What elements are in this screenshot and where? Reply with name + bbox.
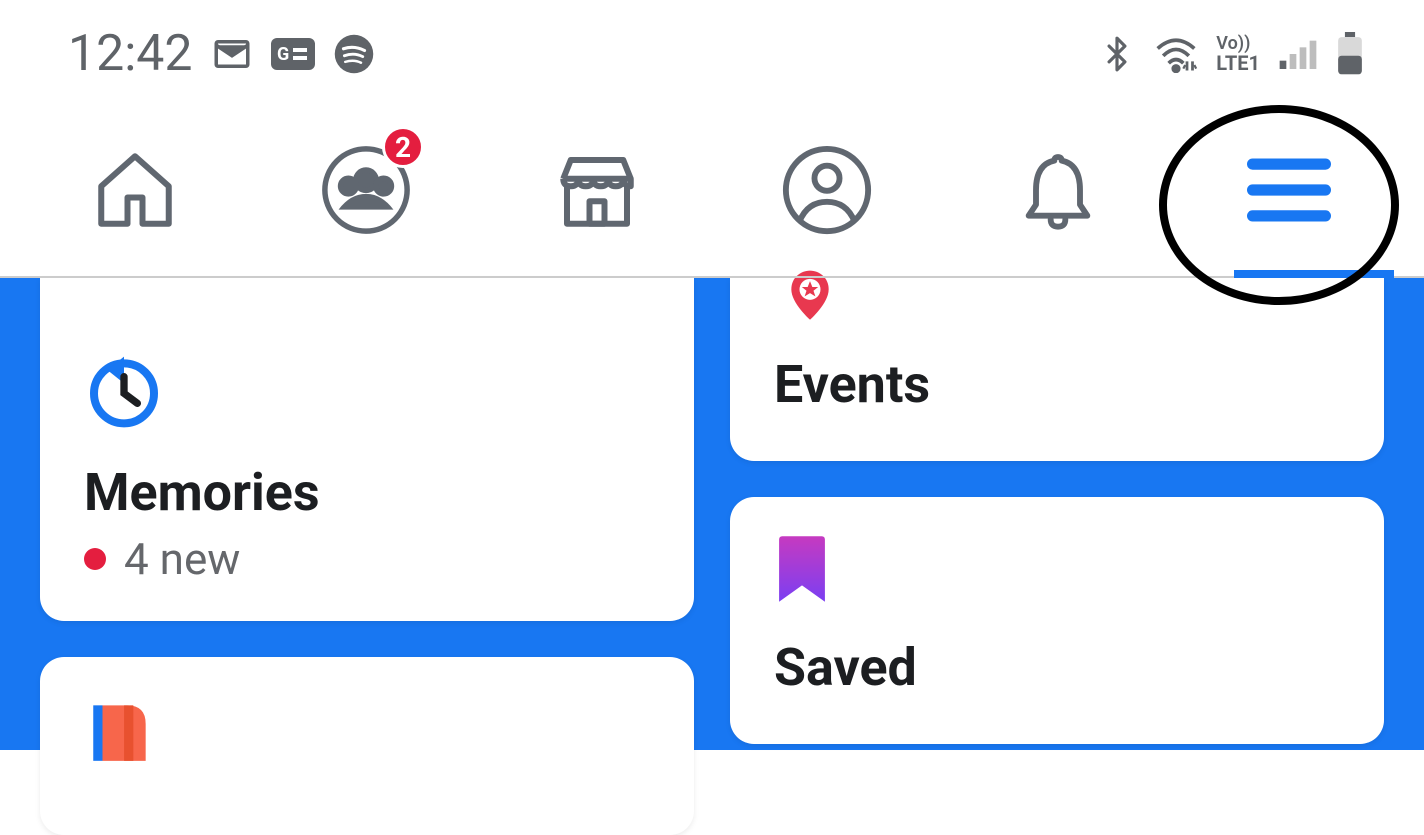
status-right: Vo)) LTE1 <box>1098 32 1364 76</box>
nav-marketplace[interactable] <box>537 132 657 252</box>
card-saved[interactable]: Saved <box>730 497 1384 744</box>
saved-icon <box>774 533 1340 609</box>
nav-profile[interactable] <box>767 132 887 252</box>
gmail-icon <box>211 33 253 75</box>
profile-icon <box>780 143 874 241</box>
left-column: Memories 4 new <box>40 278 694 750</box>
battery-icon <box>1336 32 1364 76</box>
home-icon <box>90 145 180 239</box>
marketplace-icon <box>552 145 642 239</box>
svg-text:G: G <box>277 44 289 65</box>
card-title: Memories <box>84 462 650 523</box>
groups-badge: 2 <box>382 126 424 168</box>
nav-home[interactable] <box>75 132 195 252</box>
signal-icon <box>1278 36 1318 72</box>
events-icon <box>774 278 1340 326</box>
card-events[interactable]: Events <box>730 278 1384 461</box>
right-column: Events Saved <box>730 278 1384 750</box>
bell-icon <box>1014 144 1102 240</box>
hamburger-icon <box>1247 158 1331 226</box>
spotify-icon <box>333 33 375 75</box>
status-left: 12:42 G <box>68 25 375 83</box>
card-title: Saved <box>774 637 1340 698</box>
card-memories[interactable]: Memories 4 new <box>40 278 694 621</box>
status-bar: 12:42 G <box>0 0 1424 108</box>
card-title: Events <box>774 354 1340 415</box>
new-indicator-dot <box>84 548 106 570</box>
nav-groups[interactable]: 2 <box>306 132 426 252</box>
card-sub: 4 new <box>84 533 650 585</box>
pages-icon <box>84 693 650 771</box>
nav-menu[interactable] <box>1229 132 1349 252</box>
card-sub-text: 4 new <box>124 533 240 585</box>
bluetooth-icon <box>1098 32 1136 76</box>
nav-notifications[interactable] <box>998 132 1118 252</box>
status-time: 12:42 <box>68 25 193 83</box>
active-tab-indicator <box>1234 270 1394 278</box>
network-label: Vo)) LTE1 <box>1216 35 1260 73</box>
memories-icon <box>84 314 650 434</box>
nav-bar: 2 <box>0 108 1424 278</box>
google-news-icon: G <box>271 38 315 70</box>
menu-content: Memories 4 new <box>0 278 1424 750</box>
wifi-icon <box>1154 35 1198 73</box>
card-next-left[interactable] <box>40 657 694 835</box>
